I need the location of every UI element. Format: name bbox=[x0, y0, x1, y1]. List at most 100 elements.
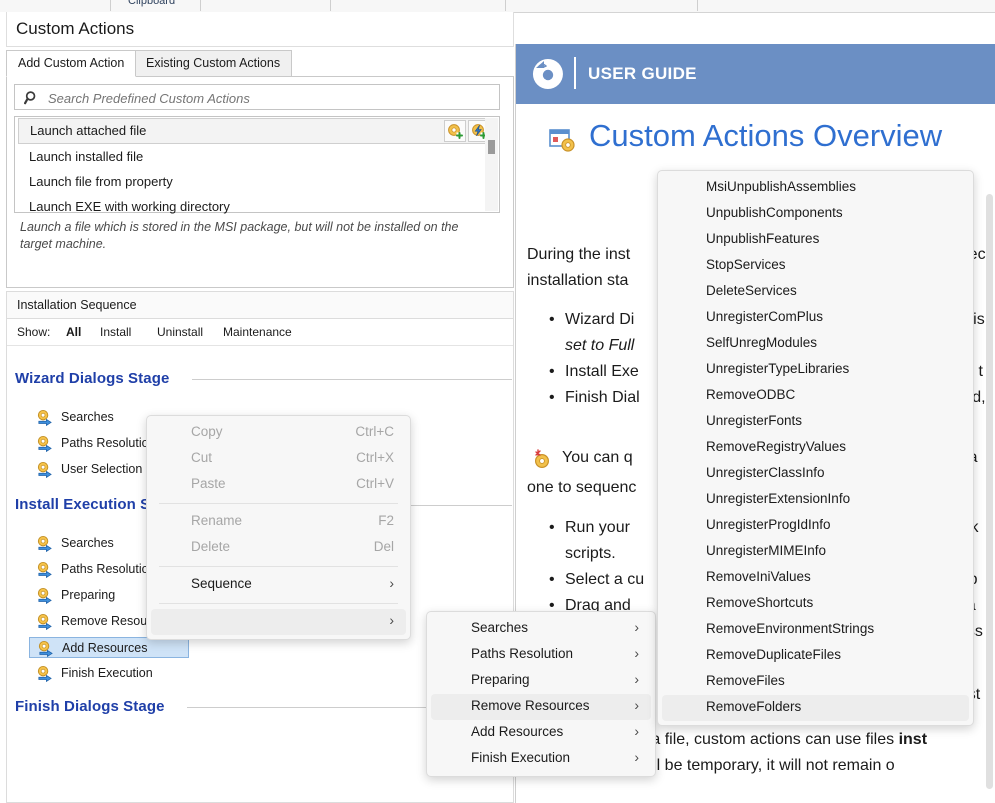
chevron-right-icon: › bbox=[389, 612, 394, 628]
filter-maintenance[interactable]: Maintenance bbox=[223, 325, 292, 339]
standard-action-item[interactable]: UnpublishComponents bbox=[662, 201, 969, 227]
submenu-stages[interactable]: Searches › Paths Resolution › Preparing … bbox=[426, 611, 656, 777]
standard-action-item[interactable]: RemoveShortcuts bbox=[662, 591, 969, 617]
standard-action-item[interactable]: SelfUnregModules bbox=[662, 331, 969, 357]
menu-item-label: StopServices bbox=[706, 257, 786, 272]
stage-heading-wizard-dialogs: Wizard Dialogs Stage bbox=[15, 370, 170, 387]
menu-item-rename[interactable]: Rename F2 bbox=[151, 509, 406, 535]
standard-action-item[interactable]: DeleteServices bbox=[662, 279, 969, 305]
tree-item-finish-execution[interactable]: Finish Execution bbox=[29, 663, 189, 684]
menu-item-label: UnregisterTypeLibraries bbox=[706, 361, 850, 376]
list-item[interactable]: Launch file from property bbox=[18, 170, 496, 194]
menu-item-label: Finish Execution bbox=[471, 750, 571, 765]
doc-bullet-text: scripts. bbox=[565, 545, 616, 562]
standard-action-item[interactable]: RemoveEnvironmentStrings bbox=[662, 617, 969, 643]
ribbon-group-label: Clipboard bbox=[128, 0, 176, 7]
menu-item-shortcut: Ctrl+V bbox=[356, 476, 394, 491]
filter-install[interactable]: Install bbox=[100, 325, 131, 339]
tree-item-add-resources[interactable]: Add Resources bbox=[29, 637, 189, 658]
standard-action-item[interactable]: RemoveRegistryValues bbox=[662, 435, 969, 461]
standard-action-item[interactable]: UnregisterExtensionInfo bbox=[662, 487, 969, 513]
standard-action-item-removefolders[interactable]: RemoveFolders bbox=[662, 695, 969, 721]
menu-item-shortcut: Del bbox=[373, 539, 394, 554]
submenu-standard-actions[interactable]: MsiUnpublishAssemblies UnpublishComponen… bbox=[657, 170, 974, 726]
ribbon-separator bbox=[110, 0, 111, 11]
menu-item-delete[interactable]: Delete Del bbox=[151, 535, 406, 561]
standard-action-item[interactable]: RemoveFiles bbox=[662, 669, 969, 695]
submenu-item-paths-resolution[interactable]: Paths Resolution › bbox=[431, 642, 651, 668]
help-scrollbar[interactable] bbox=[985, 194, 994, 794]
stage-heading-finish-dialogs: Finish Dialogs Stage bbox=[15, 698, 165, 715]
menu-item-label: RemoveDuplicateFiles bbox=[706, 647, 842, 662]
list-item[interactable]: Launch EXE with working directory bbox=[18, 195, 496, 219]
menu-item-label: RemoveShortcuts bbox=[706, 595, 814, 610]
menu-item-sequence[interactable]: Sequence › bbox=[151, 572, 406, 598]
menu-item-label: RemoveFolders bbox=[706, 699, 802, 714]
doc-footer-bold: inst bbox=[898, 731, 928, 748]
context-menu[interactable]: Copy Ctrl+C Cut Ctrl+X Paste Ctrl+V Rena… bbox=[146, 415, 411, 640]
menu-item-shortcut: Ctrl+C bbox=[355, 424, 394, 439]
scrollbar-thumb[interactable] bbox=[986, 194, 993, 789]
menu-item-label: RemoveEnvironmentStrings bbox=[706, 621, 875, 636]
menu-item-label: UnregisterClassInfo bbox=[706, 465, 825, 480]
chevron-right-icon: › bbox=[634, 671, 639, 687]
standard-action-item[interactable]: UnregisterTypeLibraries bbox=[662, 357, 969, 383]
menu-item-label: UnregisterProgIdInfo bbox=[706, 517, 831, 532]
standard-action-item[interactable]: UnregisterComPlus bbox=[662, 305, 969, 331]
submenu-item-remove-resources[interactable]: Remove Resources › bbox=[431, 694, 651, 720]
scrollbar-thumb[interactable] bbox=[488, 140, 495, 154]
standard-action-item[interactable]: RemoveIniValues bbox=[662, 565, 969, 591]
list-item-actions bbox=[444, 120, 490, 142]
standard-action-item[interactable]: StopServices bbox=[662, 253, 969, 279]
menu-item-paste[interactable]: Paste Ctrl+V bbox=[151, 472, 406, 498]
search-input[interactable] bbox=[46, 88, 490, 109]
sequence-action-icon bbox=[37, 435, 52, 452]
show-filter-row: Show: All Install Uninstall Maintenance bbox=[7, 319, 513, 346]
doc-bullet-text: Wizard Di bbox=[565, 311, 635, 328]
list-scrollbar[interactable] bbox=[485, 118, 498, 211]
search-box[interactable] bbox=[14, 84, 500, 110]
standard-action-item[interactable]: UnregisterFonts bbox=[662, 409, 969, 435]
menu-item-label: UnregisterFonts bbox=[706, 413, 803, 428]
tree-item-label: Add Resources bbox=[62, 641, 148, 655]
banner-title: USER GUIDE bbox=[588, 64, 697, 83]
list-item-label: Launch file from property bbox=[29, 174, 173, 189]
doc-bullet-text: Install Exe bbox=[565, 363, 639, 380]
standard-action-item[interactable]: UnregisterProgIdInfo bbox=[662, 513, 969, 539]
tab-existing-custom-actions[interactable]: Existing Custom Actions bbox=[134, 50, 293, 77]
bullet-glyph: • bbox=[549, 389, 555, 406]
menu-item-label: Copy bbox=[191, 424, 223, 439]
standard-action-item[interactable]: UnregisterClassInfo bbox=[662, 461, 969, 487]
doc-footer-text: g a file, custom actions can use files bbox=[638, 731, 899, 748]
menu-item-show-standard-action[interactable]: › bbox=[151, 609, 406, 635]
user-guide-banner: USER GUIDE bbox=[516, 44, 995, 104]
predefined-action-description: Launch a file which is stored in the MSI… bbox=[20, 220, 459, 251]
submenu-item-finish-execution[interactable]: Finish Execution › bbox=[431, 746, 651, 772]
menu-item-copy[interactable]: Copy Ctrl+C bbox=[151, 420, 406, 446]
add-custom-action-icon[interactable] bbox=[444, 120, 466, 142]
predefined-actions-list[interactable]: Launch attached file Launch installed fi… bbox=[14, 116, 500, 214]
filter-uninstall[interactable]: Uninstall bbox=[157, 325, 203, 339]
list-item[interactable]: Launch installed file bbox=[18, 145, 496, 169]
menu-item-cut[interactable]: Cut Ctrl+X bbox=[151, 446, 406, 472]
doc-bullet-text: set to Full bbox=[565, 337, 635, 354]
page-title-bar: Custom Actions bbox=[6, 12, 514, 47]
submenu-item-add-resources[interactable]: Add Resources › bbox=[431, 720, 651, 746]
tree-item-label: Searches bbox=[61, 536, 114, 550]
submenu-item-searches[interactable]: Searches › bbox=[431, 616, 651, 642]
standard-action-item[interactable]: RemoveODBC bbox=[662, 383, 969, 409]
filter-all[interactable]: All bbox=[66, 325, 81, 339]
list-item-label: Launch EXE with working directory bbox=[29, 199, 230, 214]
standard-action-item[interactable]: UnpublishFeatures bbox=[662, 227, 969, 253]
menu-item-shortcut: F2 bbox=[378, 513, 394, 528]
standard-action-item[interactable]: UnregisterMIMEInfo bbox=[662, 539, 969, 565]
standard-action-item[interactable]: MsiUnpublishAssemblies bbox=[662, 175, 969, 201]
list-item[interactable]: Launch attached file bbox=[18, 118, 496, 144]
submenu-item-preparing[interactable]: Preparing › bbox=[431, 668, 651, 694]
add-custom-action-panel: Launch attached file bbox=[6, 76, 514, 288]
show-label: Show: bbox=[17, 325, 51, 339]
standard-action-item[interactable]: RemoveDuplicateFiles bbox=[662, 643, 969, 669]
ribbon-separator bbox=[697, 0, 698, 11]
chevron-right-icon: › bbox=[634, 645, 639, 661]
tab-add-custom-action[interactable]: Add Custom Action bbox=[6, 50, 137, 77]
